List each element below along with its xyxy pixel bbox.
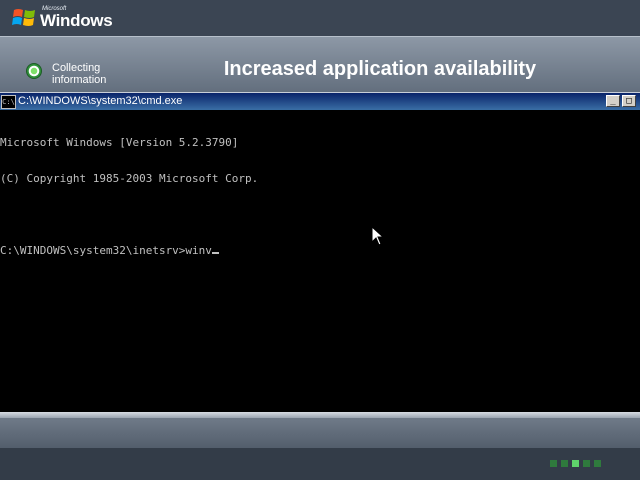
console-line: Microsoft Windows [Version 5.2.3790] — [0, 136, 239, 149]
maximize-button[interactable]: □ — [622, 95, 636, 107]
minimize-button[interactable]: _ — [606, 95, 620, 107]
progress-segment — [572, 460, 579, 467]
windows-flag-icon — [12, 9, 35, 26]
mouse-pointer-icon — [371, 226, 385, 246]
console-output[interactable]: Microsoft Windows [Version 5.2.3790] (C)… — [0, 113, 640, 415]
progress-segment — [550, 460, 557, 467]
top-band: Microsoft Windows — [0, 0, 640, 36]
cmd-window-title: C:\WINDOWS\system32\cmd.exe — [18, 95, 183, 107]
cmd-window-icon[interactable]: C:\ — [1, 95, 16, 109]
logo-windows-text: Windows — [40, 11, 113, 30]
cmd-window[interactable]: C:\ C:\WINDOWS\system32\cmd.exe _ □ Micr… — [0, 92, 640, 415]
windows-logo: Microsoft Windows — [12, 4, 122, 32]
progress-segment — [583, 460, 590, 467]
progress-segment — [561, 460, 568, 467]
current-step-label: Collecting information — [52, 62, 107, 86]
console-prompt-line: C:\WINDOWS\system32\inetsrv>winv — [0, 245, 640, 257]
cmd-title-bar[interactable]: C:\ C:\WINDOWS\system32\cmd.exe _ □ — [0, 93, 640, 110]
progress-segment — [594, 460, 601, 467]
step-active-icon — [26, 63, 42, 79]
console-line: (C) Copyright 1985-2003 Microsoft Corp. — [0, 172, 259, 185]
setup-bottom-strip — [0, 418, 640, 448]
setup-footer — [0, 448, 640, 480]
console-prompt-text: C:\WINDOWS\system32\inetsrv>winv — [0, 244, 212, 257]
text-cursor — [211, 252, 219, 254]
setup-banner: Increased application availability — [223, 58, 537, 80]
